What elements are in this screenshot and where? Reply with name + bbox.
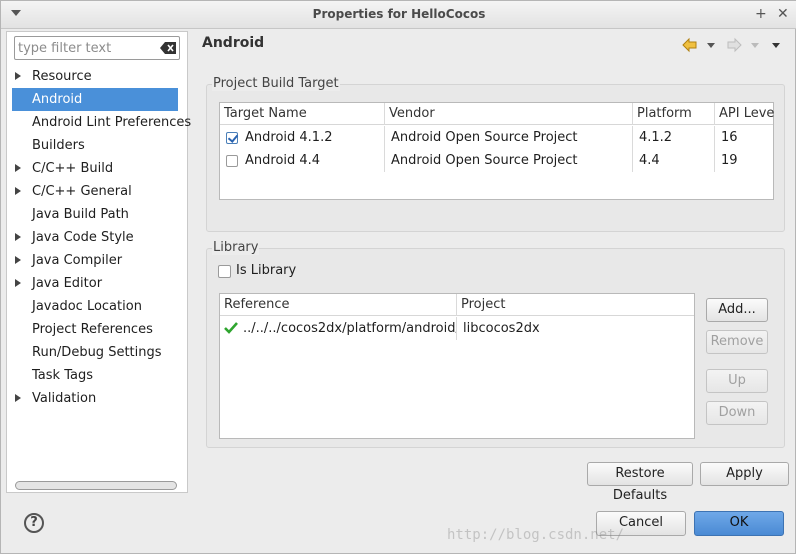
nav-item-label: Android Lint Preferences xyxy=(32,115,192,130)
column-target-name[interactable]: Target Name xyxy=(220,103,385,125)
forward-menu-chevron-icon[interactable] xyxy=(751,43,759,48)
api-cell: 16 xyxy=(721,130,738,145)
table-row[interactable]: ../../../cocos2dx/platform/android/ja li… xyxy=(220,317,694,340)
nav-item[interactable]: C/C++ General xyxy=(7,180,187,203)
apply-button[interactable]: Apply xyxy=(700,462,789,486)
move-down-button[interactable]: Down xyxy=(706,401,768,425)
nav-item[interactable]: Javadoc Location xyxy=(7,295,187,318)
nav-toolbar xyxy=(682,37,780,53)
clear-filter-icon[interactable] xyxy=(160,42,176,54)
nav-item[interactable]: Android xyxy=(12,88,178,111)
expand-arrow-icon[interactable] xyxy=(15,233,21,241)
move-up-button[interactable]: Up xyxy=(706,369,768,393)
nav-item[interactable]: Java Code Style xyxy=(7,226,187,249)
nav-item[interactable]: Task Tags xyxy=(7,364,187,387)
column-vendor[interactable]: Vendor xyxy=(385,103,633,125)
maximize-icon[interactable]: + xyxy=(755,6,767,22)
nav-item-label: Resource xyxy=(32,69,92,84)
platform-cell: 4.4 xyxy=(635,149,715,172)
nav-item[interactable]: Resource xyxy=(7,65,187,88)
watermark: http://blog.csdn.net/ xyxy=(447,527,625,543)
is-library-label[interactable]: Is Library xyxy=(236,263,296,278)
nav-item-label: C/C++ General xyxy=(32,184,132,199)
reference-cell: ../../../cocos2dx/platform/android/ja xyxy=(239,317,457,340)
nav-item-label: Javadoc Location xyxy=(32,299,142,314)
target-name-cell: Android 4.4 xyxy=(241,149,385,172)
nav-item[interactable]: Java Compiler xyxy=(7,249,187,272)
target-checkbox[interactable] xyxy=(226,155,238,167)
nav-item[interactable]: Java Build Path xyxy=(7,203,187,226)
back-arrow-icon[interactable] xyxy=(682,37,697,53)
expand-arrow-icon[interactable] xyxy=(15,187,21,195)
project-cell: libcocos2dx xyxy=(463,321,540,336)
table-row[interactable]: Android 4.4 Android Open Source Project … xyxy=(220,149,773,172)
nav-item-label: Java Code Style xyxy=(32,230,134,245)
close-icon[interactable]: ✕ xyxy=(777,6,789,22)
expand-arrow-icon[interactable] xyxy=(15,164,21,172)
back-menu-chevron-icon[interactable] xyxy=(707,43,715,48)
nav-item[interactable]: Android Lint Preferences xyxy=(7,111,191,134)
vendor-cell: Android Open Source Project xyxy=(387,126,633,149)
nav-item-label: Validation xyxy=(32,391,97,406)
nav-item-label: Android xyxy=(32,92,83,107)
expand-arrow-icon[interactable] xyxy=(15,394,21,402)
resolved-check-icon xyxy=(224,322,238,334)
column-reference[interactable]: Reference xyxy=(220,294,457,316)
library-group-label: Library xyxy=(212,240,260,255)
nav-item[interactable]: Java Editor xyxy=(7,272,187,295)
target-name-cell: Android 4.1.2 xyxy=(241,126,385,149)
nav-item-label: Task Tags xyxy=(32,368,93,383)
nav-item-label: Java Editor xyxy=(32,276,103,291)
nav-item[interactable]: C/C++ Build xyxy=(7,157,187,180)
remove-library-button[interactable]: Remove xyxy=(706,330,768,354)
target-checkbox[interactable] xyxy=(226,132,238,144)
platform-cell: 4.1.2 xyxy=(635,126,715,149)
column-api-level[interactable]: API Leve xyxy=(715,103,774,125)
view-menu-icon[interactable] xyxy=(772,43,780,48)
column-platform[interactable]: Platform xyxy=(633,103,715,125)
restore-defaults-button[interactable]: Restore Defaults xyxy=(587,462,693,503)
nav-item-label: Java Compiler xyxy=(32,253,123,268)
build-target-table: Target Name Vendor Platform API Leve And… xyxy=(219,102,774,200)
nav-item[interactable]: Validation xyxy=(7,387,187,410)
preferences-tree: Resource Android Android Lint Preferences B… xyxy=(7,65,191,410)
api-cell: 19 xyxy=(721,153,738,168)
nav-item[interactable]: Project References xyxy=(7,318,187,341)
library-reference-table: Reference Project ../../../cocos2dx/plat… xyxy=(219,293,695,439)
ok-button[interactable]: OK xyxy=(694,511,784,536)
forward-arrow-icon[interactable] xyxy=(727,37,742,53)
expand-arrow-icon[interactable] xyxy=(15,256,21,264)
nav-item-label: Java Build Path xyxy=(32,207,129,222)
filter-box xyxy=(14,36,180,60)
nav-item[interactable]: Run/Debug Settings xyxy=(7,341,187,364)
preferences-nav-pane: Resource Android Android Lint Preferences B… xyxy=(6,31,191,493)
nav-item-label: C/C++ Build xyxy=(32,161,114,176)
vendor-cell: Android Open Source Project xyxy=(387,149,633,172)
expand-arrow-icon[interactable] xyxy=(15,72,21,80)
filter-input[interactable] xyxy=(18,38,156,58)
horizontal-scrollbar[interactable] xyxy=(15,481,177,490)
add-library-button[interactable]: Add... xyxy=(706,298,768,322)
window-title: Properties for HelloCocos xyxy=(312,7,486,21)
nav-item-label: Run/Debug Settings xyxy=(32,345,162,360)
title-bar: Properties for HelloCocos + ✕ xyxy=(1,1,796,29)
library-table-header: Reference Project xyxy=(220,294,694,316)
properties-dialog: Properties for HelloCocos + ✕ Resource An… xyxy=(0,0,796,554)
build-target-group-label: Project Build Target xyxy=(212,76,340,91)
nav-item[interactable]: Builders xyxy=(7,134,187,157)
column-project[interactable]: Project xyxy=(457,294,694,316)
page-title: Android xyxy=(202,35,265,51)
nav-item-label: Builders xyxy=(32,138,85,153)
table-row[interactable]: Android 4.1.2 Android Open Source Projec… xyxy=(220,126,773,149)
is-library-checkbox[interactable] xyxy=(218,265,231,278)
help-icon[interactable]: ? xyxy=(24,513,44,533)
expand-arrow-icon[interactable] xyxy=(15,279,21,287)
nav-item-label: Project References xyxy=(32,322,153,337)
build-target-table-header: Target Name Vendor Platform API Leve xyxy=(220,103,774,125)
